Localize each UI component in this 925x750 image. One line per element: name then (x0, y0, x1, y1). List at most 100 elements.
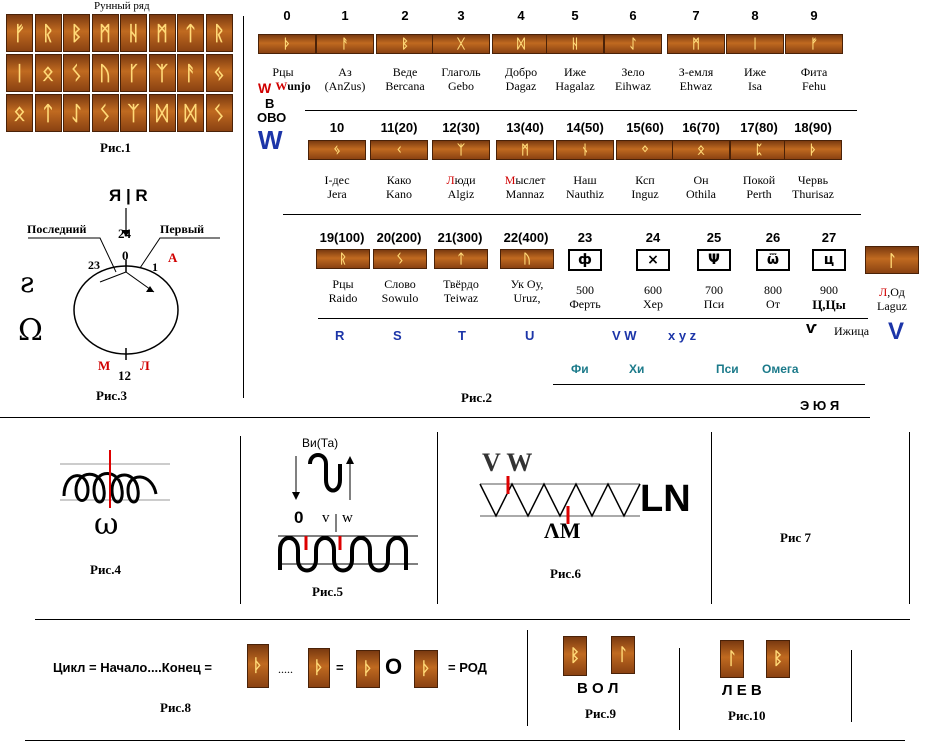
fig9-caption: Рис.9 (585, 706, 616, 721)
rune-tile: ᚾ (556, 140, 614, 160)
fig8-caption: Рис.8 (160, 700, 191, 715)
rune-name-latin: Jera (327, 187, 347, 201)
izhitsa-v: V (888, 318, 905, 345)
rune-tile: ᛟ (672, 140, 730, 160)
izhitsa-label: Ижица (834, 324, 870, 338)
wunjo-b: В (265, 96, 275, 111)
fig3-first: Первый (160, 222, 205, 236)
latin-letter: U (525, 328, 535, 343)
rune-name-ru: Твёрдо (443, 277, 479, 291)
symbol-box: ц (812, 249, 846, 271)
fig8-text: Цикл = Начало....Конец = (53, 660, 212, 675)
fig8-dots: ..... (278, 662, 293, 676)
lower-line (35, 619, 910, 620)
rune-tile: ᛏ (434, 249, 488, 269)
symbol-box: × (636, 249, 670, 271)
svg-text:ꙅ: ꙅ (20, 266, 34, 299)
rune-number: 5 (571, 8, 579, 23)
fig3-n23: 23 (88, 258, 100, 272)
box-number: 27 (821, 230, 837, 245)
rune-number: 0 (283, 8, 291, 23)
rune-tile: ᚦ (784, 140, 842, 160)
box-number: 26 (765, 230, 781, 245)
rune-name-latin: Thurisaz (792, 187, 834, 201)
rune-name-latin: Teiwaz (443, 291, 479, 305)
greek-letter: Омега (762, 362, 799, 376)
rune-number: 4 (517, 8, 525, 23)
symbol-box: ф (568, 249, 602, 271)
svg-text:ω: ω (94, 507, 118, 542)
fig8: Цикл = Начало....Конец = ᚦ ..... ᚦ = ᚦ О… (50, 640, 510, 730)
latin-letter: S (393, 328, 402, 343)
rune-tile: ᛉ (432, 140, 490, 160)
fig8-rune-2: ᚦ (308, 648, 330, 688)
box-name: Пси (703, 297, 725, 311)
rune-name-ru: Слово (384, 277, 416, 291)
rune-number: 17(80) (740, 120, 778, 135)
rune-tile: ᛒ (376, 34, 434, 54)
fig4: ω Рис.4 (60, 450, 180, 590)
fig3-n12: 12 (118, 368, 131, 383)
fig8-eq: = (336, 660, 344, 675)
divider (240, 436, 241, 604)
latin-letter: R (335, 328, 345, 343)
fig10-word: Л Е В (722, 682, 762, 699)
greek-letter: Фи (571, 362, 589, 376)
rune-tile: ᚱ (316, 249, 370, 269)
laguz-name-latin: Laguz (877, 299, 907, 313)
row1-line (305, 110, 857, 111)
laguz-name-ru: Л,Од (879, 285, 905, 299)
rune-name-latin: Fehu (802, 79, 826, 93)
rune-number: 9 (810, 8, 818, 23)
rune-number: 11(20) (380, 120, 418, 135)
row2-line (283, 214, 861, 215)
tail-letters: Э Ю Я (800, 398, 840, 413)
rune-number: 14(50) (566, 120, 604, 135)
fig3-l: Л (140, 358, 150, 373)
rune-tile: ᛞ (492, 34, 550, 54)
fig10-rune-b: ᛒ (766, 640, 790, 678)
fig3-last: Последний (27, 222, 87, 236)
rune-number: 3 (457, 8, 465, 23)
divider (679, 648, 680, 730)
rune-number: 1 (341, 8, 349, 23)
rune-name-ru: Ук Оу, (510, 277, 544, 291)
wunjo-w: W (258, 80, 272, 96)
fig6-caption: Рис.6 (550, 566, 581, 581)
rune-number: 13(40) (506, 120, 544, 135)
symbol-box: Ψ (697, 249, 731, 271)
rune-tile: ᚠ (785, 34, 843, 54)
rune-name-latin: Kano (386, 187, 412, 201)
rune-tile: ᚷ (432, 34, 490, 54)
fig10: ᛚ ᛒ Л Е В Рис.10 (710, 636, 840, 726)
laguz-tile: ᛚ (865, 246, 919, 274)
rune-tile: ᛗ (667, 34, 725, 54)
rune-tile: ᛗ (496, 140, 554, 160)
rune-tile: ᛜ (616, 140, 674, 160)
rune-number: 20(200) (376, 230, 422, 245)
fig6-am: ΛМ (544, 518, 581, 543)
fig8-rune-4: ᚦ (414, 650, 438, 688)
fig6-vw: V W (482, 448, 533, 477)
box-name: Ц,Цы (812, 297, 846, 312)
box-name: Хер (643, 297, 663, 311)
symbol-box: ѿ (756, 249, 790, 271)
rune-tile: ᛁ (726, 34, 784, 54)
greek-letter: Пси (716, 362, 739, 376)
fig10-rune-l: ᛚ (720, 640, 744, 678)
divider (851, 650, 852, 722)
fig3-top: Я | R (109, 186, 148, 205)
rune-number: 2 (401, 8, 409, 23)
rune-name-ru: I-дес (324, 173, 350, 187)
fig9-rune-l: ᛚ (611, 636, 635, 674)
fig2-caption: Рис.2 (461, 390, 492, 405)
rune-number: 18(90) (794, 120, 832, 135)
fig3-a: А (168, 250, 178, 265)
fig2-bottom-line (0, 417, 870, 418)
bottom-line (25, 740, 905, 741)
box-value: 900 (820, 283, 838, 297)
latin-letter: T (458, 328, 466, 343)
latin-letter: x y z (668, 328, 697, 343)
rune-tile: ᛊ (373, 249, 427, 269)
fig4-loops: ω (60, 450, 170, 542)
